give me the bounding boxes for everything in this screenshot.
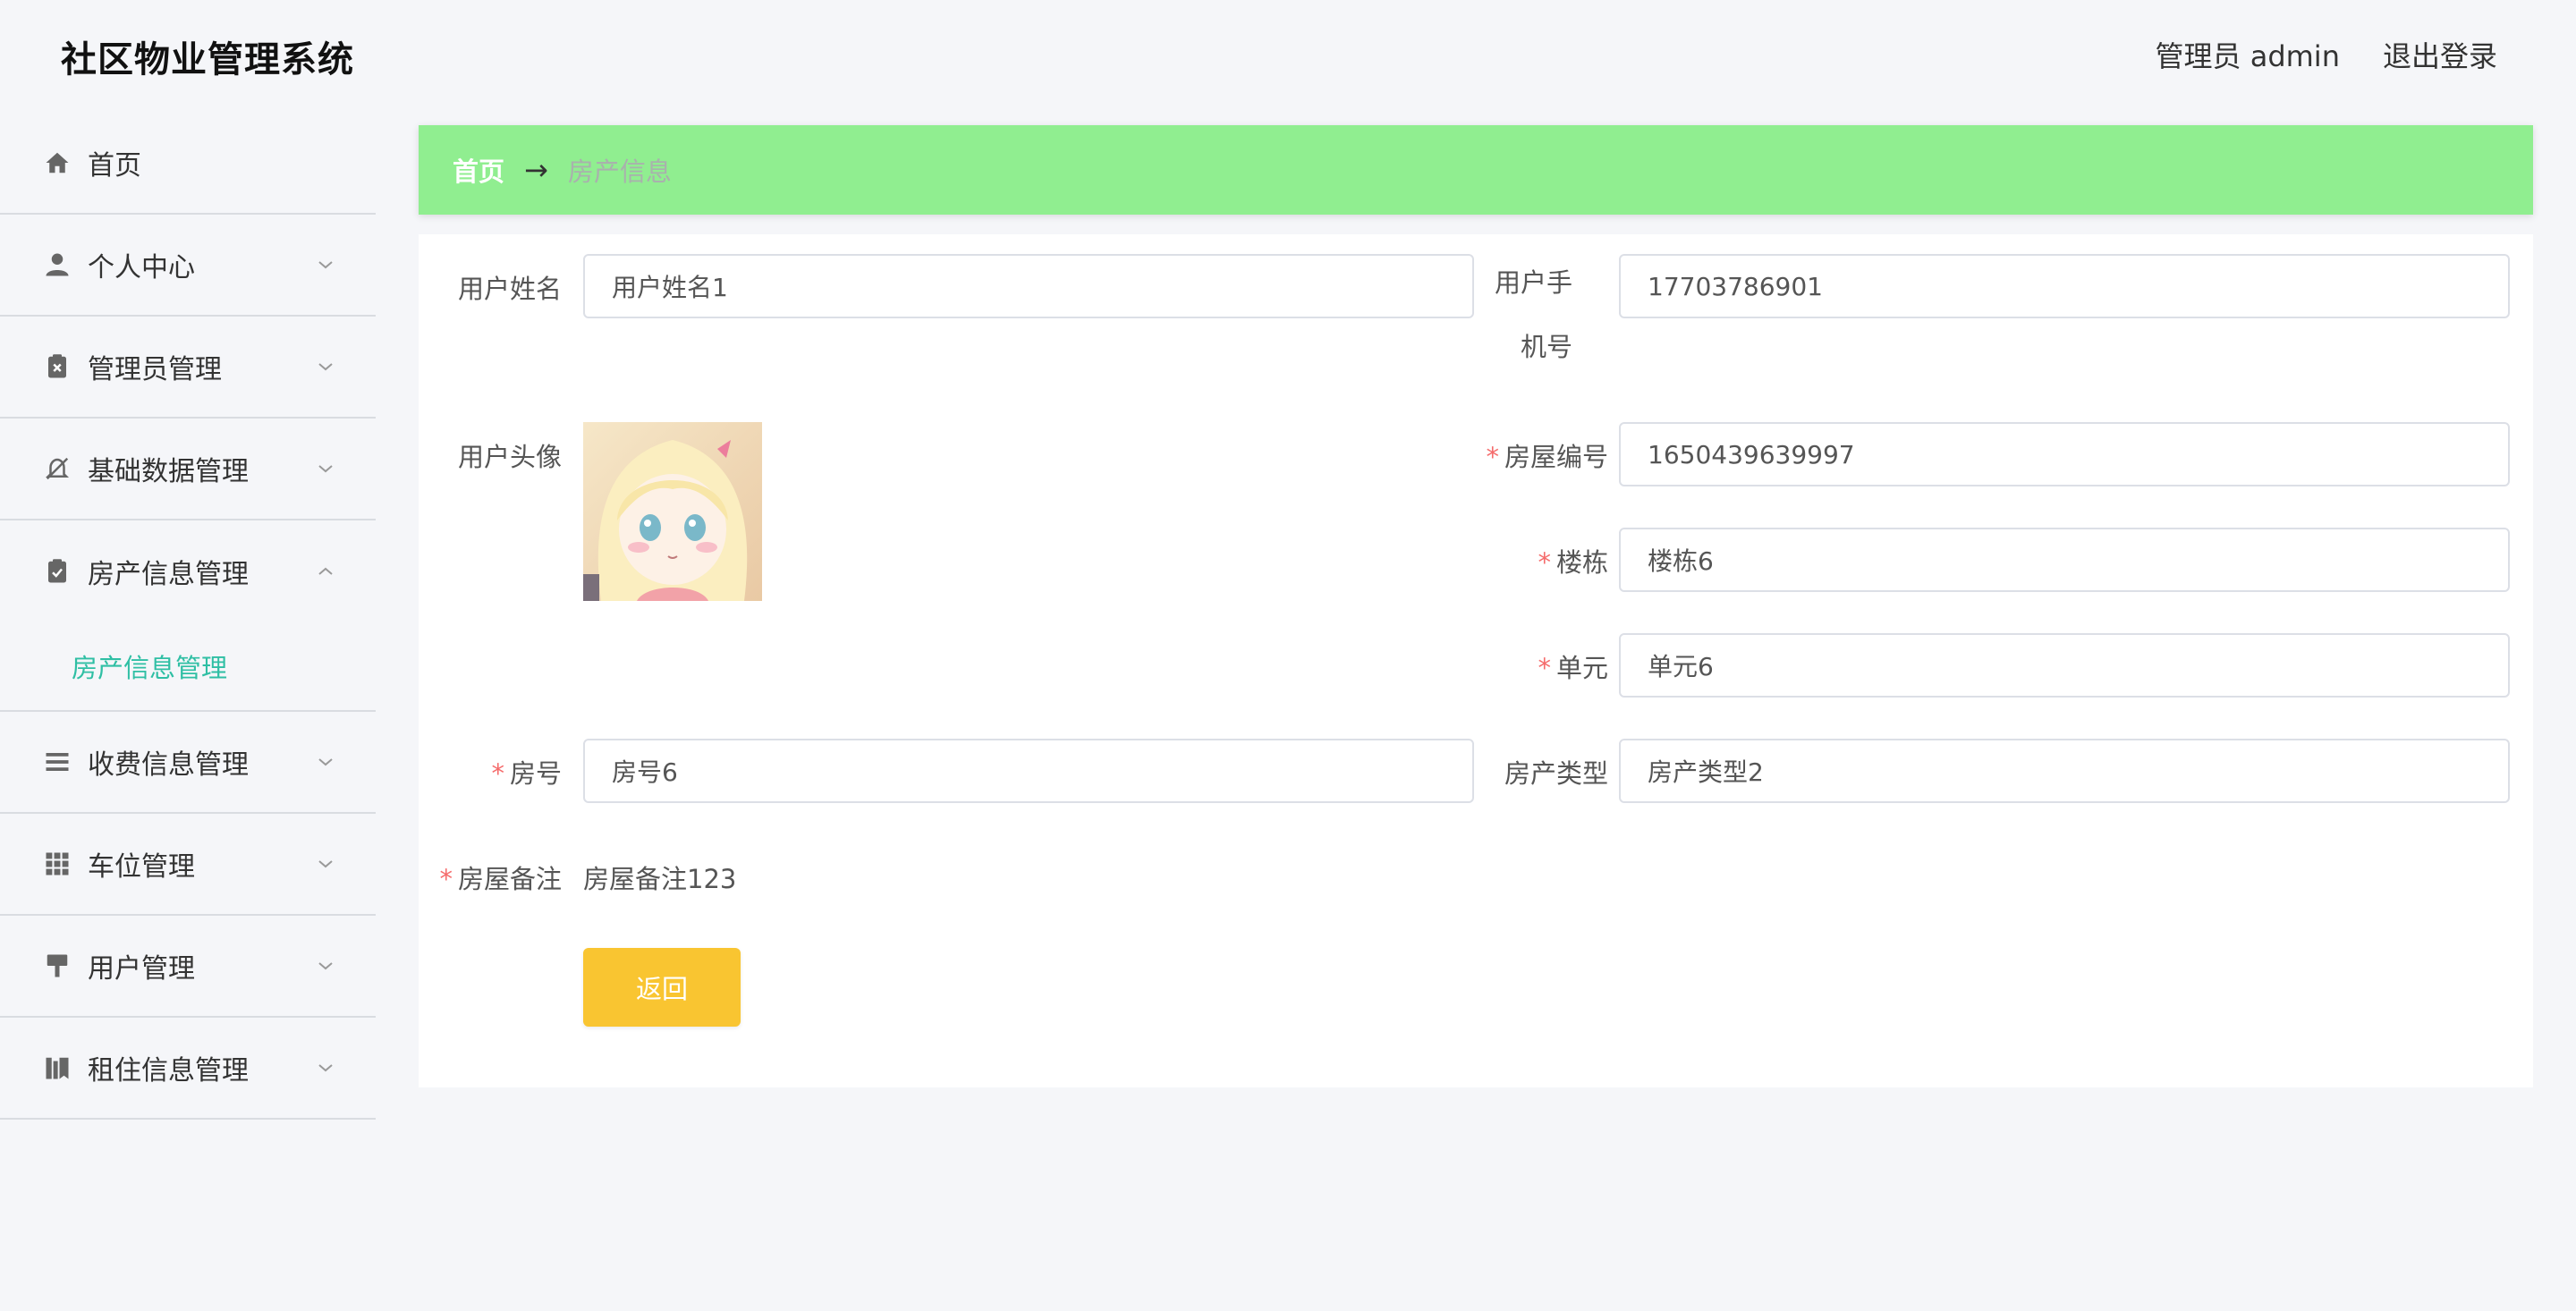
logout-link[interactable]: 退出登录 <box>2383 34 2497 75</box>
sidebar-item-label: 房产信息管理 <box>88 559 249 590</box>
clipboard-x-icon <box>43 352 72 381</box>
chevron-down-icon <box>318 962 333 970</box>
username-label: 用户姓名 <box>457 274 562 304</box>
home-icon <box>43 148 72 177</box>
sidebar-item-label: 个人中心 <box>88 252 195 283</box>
bell-off-icon <box>43 454 72 483</box>
sidebar-item-property-management[interactable]: 房产信息管理 <box>0 520 376 622</box>
remark-value: 房屋备注123 <box>583 864 737 894</box>
clipboard-check-icon <box>43 557 72 586</box>
sidebar-item-personal-center[interactable]: 个人中心 <box>0 215 376 317</box>
chevron-down-icon <box>318 465 333 473</box>
house-no-label: * 房屋编号 <box>1486 442 1608 472</box>
sidebar-item-user-management[interactable]: 用户管理 <box>0 916 376 1018</box>
sidebar-subitem-property-management[interactable]: 房产信息管理 <box>0 622 376 712</box>
sidebar-item-label: 用户管理 <box>88 953 195 985</box>
books-icon <box>43 1053 72 1082</box>
grid-icon <box>43 850 72 878</box>
room-label: * 房号 <box>491 758 562 789</box>
username-input[interactable] <box>583 254 1474 318</box>
sidebar-group-property: 房产信息管理 房产信息管理 <box>0 520 376 712</box>
property-type-input[interactable] <box>1619 739 2510 803</box>
chevron-up-icon <box>318 567 333 575</box>
user-icon <box>43 250 72 279</box>
chevron-down-icon <box>318 261 333 269</box>
sidebar-item-label: 基础数据管理 <box>88 456 249 487</box>
phone-label: 用户手机号 <box>1494 267 1572 362</box>
breadcrumb-current: 房产信息 <box>567 156 672 187</box>
sidebar-item-parking[interactable]: 车位管理 <box>0 814 376 916</box>
brush-icon <box>43 952 72 980</box>
sidebar-item-admin-management[interactable]: 管理员管理 <box>0 317 376 419</box>
required-asterisk: * <box>491 758 504 789</box>
required-asterisk: * <box>1538 547 1551 578</box>
remark-label: * 房屋备注 <box>439 864 562 894</box>
phone-input[interactable] <box>1619 254 2510 318</box>
sidebar-item-label: 收费信息管理 <box>88 749 249 781</box>
app-title: 社区物业管理系统 <box>61 39 354 80</box>
chevron-down-icon <box>318 1064 333 1072</box>
building-input[interactable] <box>1619 528 2510 592</box>
unit-label: * 单元 <box>1538 653 1608 683</box>
sidebar-subitem-label: 房产信息管理 <box>72 653 228 683</box>
avatar-label: 用户头像 <box>457 442 562 472</box>
sidebar-item-basic-data[interactable]: 基础数据管理 <box>0 419 376 520</box>
chevron-down-icon <box>318 758 333 766</box>
sidebar-item-home[interactable]: 首页 <box>0 113 376 215</box>
top-header: 社区物业管理系统 管理员 admin 退出登录 <box>0 0 2576 113</box>
header-actions: 管理员 admin 退出登录 <box>2156 34 2497 75</box>
back-button[interactable]: 返回 <box>583 948 741 1027</box>
sidebar-item-rental-management[interactable]: 租住信息管理 <box>0 1018 376 1120</box>
sidebar-item-label: 车位管理 <box>88 851 195 883</box>
required-asterisk: * <box>439 864 453 894</box>
sidebar-item-label: 首页 <box>88 150 141 182</box>
breadcrumb: 首页 → 房产信息 <box>419 125 2533 215</box>
sidebar-item-label: 管理员管理 <box>88 354 222 385</box>
user-avatar-image <box>583 422 762 601</box>
property-detail-form: 用户姓名 用户手机号 用户头像 <box>419 234 2533 1087</box>
current-user-label[interactable]: 管理员 admin <box>2156 34 2340 75</box>
sidebar-item-label: 租住信息管理 <box>88 1055 249 1087</box>
chevron-down-icon <box>318 860 333 868</box>
house-no-input[interactable] <box>1619 422 2510 486</box>
list-icon <box>43 748 72 776</box>
required-asterisk: * <box>1538 653 1551 683</box>
sidebar: 首页 个人中心 管理员管理 基础数据管理 房产信息管理 房产信息管理 收费信息管… <box>0 113 376 1311</box>
building-label: * 楼栋 <box>1538 547 1608 578</box>
property-type-label: 房产类型 <box>1504 758 1608 789</box>
chevron-down-icon <box>318 363 333 371</box>
room-input[interactable] <box>583 739 1474 803</box>
breadcrumb-home-link[interactable]: 首页 <box>453 151 504 189</box>
breadcrumb-separator: → <box>524 153 548 187</box>
required-asterisk: * <box>1486 442 1499 472</box>
unit-input[interactable] <box>1619 633 2510 698</box>
sidebar-item-fee-management[interactable]: 收费信息管理 <box>0 712 376 814</box>
